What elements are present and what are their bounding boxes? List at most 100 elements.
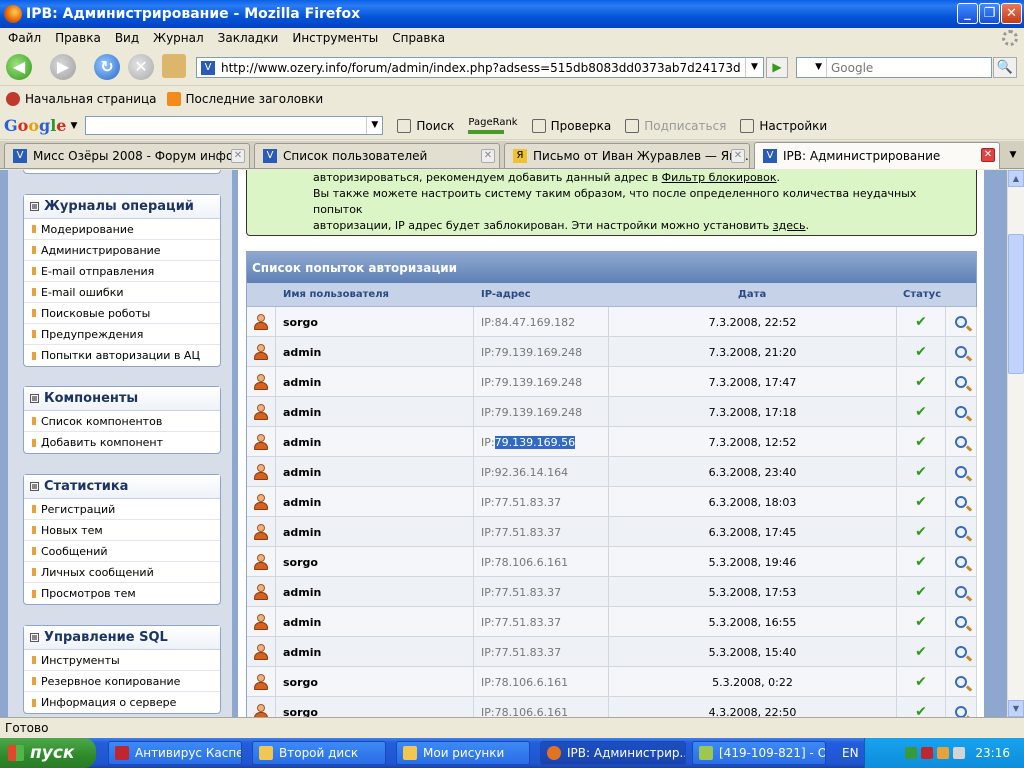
pagerank-indicator[interactable]: PageRank: [468, 117, 518, 134]
task-kaspersky[interactable]: Антивирус Каспе...: [108, 741, 242, 765]
sidebar-item-warnings[interactable]: Предупреждения: [24, 324, 220, 345]
subscribe-button[interactable]: Подписаться: [625, 118, 726, 133]
scroll-up-icon[interactable]: ▲: [1008, 170, 1024, 187]
view-details-icon[interactable]: [955, 316, 967, 328]
google-search-input[interactable]: ▼: [85, 116, 384, 135]
search-go-icon[interactable]: 🔍: [993, 57, 1017, 78]
menu-bookmarks[interactable]: Закладки: [218, 31, 279, 45]
column-status[interactable]: Статус: [903, 289, 941, 300]
view-details-icon[interactable]: [955, 346, 967, 358]
view-details-icon[interactable]: [955, 706, 967, 717]
url-text[interactable]: http://www.ozery.info/forum/admin/index.…: [221, 61, 741, 75]
menu-view[interactable]: Вид: [115, 31, 139, 45]
view-details-icon[interactable]: [955, 526, 967, 538]
sidebar-item-server-info[interactable]: Информация о сервере: [24, 692, 220, 713]
forward-button[interactable]: ▶: [50, 54, 76, 80]
view-details-icon[interactable]: [955, 646, 967, 658]
block-filter-link[interactable]: Фильтр блокировок: [662, 171, 777, 184]
sidebar-item-sql-tools[interactable]: Инструменты: [24, 650, 220, 671]
sidebar-item-private-messages[interactable]: Личных сообщений: [24, 562, 220, 583]
ip-address: 77.51.83.37: [494, 645, 562, 659]
sidebar-section-title[interactable]: Журналы операций: [24, 195, 220, 219]
minimize-button[interactable]: _: [957, 3, 978, 24]
view-details-icon[interactable]: [955, 406, 967, 418]
tab-miss-ozery[interactable]: V Мисс Озёры 2008 - Форум информац... ✕: [4, 143, 250, 168]
web-search-input[interactable]: [827, 60, 977, 75]
scroll-down-icon[interactable]: ▼: [1008, 700, 1024, 717]
column-date[interactable]: Дата: [738, 289, 766, 300]
tab-close-icon[interactable]: ✕: [731, 149, 745, 163]
google-search-button[interactable]: Поиск: [397, 118, 454, 133]
close-window-button[interactable]: ✕: [1001, 3, 1022, 24]
reload-button[interactable]: ↻: [94, 54, 120, 80]
sidebar-section-title[interactable]: Статистика: [24, 475, 220, 499]
sidebar-section-title[interactable]: Компоненты: [24, 387, 220, 411]
sidebar-item-posts[interactable]: Сообщений: [24, 541, 220, 562]
menu-help[interactable]: Справка: [392, 31, 445, 45]
view-details-icon[interactable]: [955, 616, 967, 628]
sidebar-item-backup[interactable]: Резервное копирование: [24, 671, 220, 692]
google-menu-dropdown[interactable]: ▼: [70, 121, 77, 131]
task-chat[interactable]: [419-109-821] - О...: [692, 741, 826, 765]
scroll-thumb[interactable]: [1008, 234, 1024, 374]
task-second-disk[interactable]: Второй диск: [252, 741, 386, 765]
view-details-icon[interactable]: [955, 496, 967, 508]
menu-file[interactable]: Файл: [8, 31, 41, 45]
task-my-pictures[interactable]: Мои рисунки: [396, 741, 530, 765]
view-details-icon[interactable]: [955, 676, 967, 688]
tab-close-icon[interactable]: ✕: [481, 149, 495, 163]
column-ip[interactable]: IP-адрес: [481, 289, 531, 300]
view-details-icon[interactable]: [955, 466, 967, 478]
tray-kaspersky-icon[interactable]: [921, 747, 934, 759]
bookmark-start-page[interactable]: Начальная страница: [6, 92, 157, 106]
sidebar-item-search-bots[interactable]: Поисковые роботы: [24, 303, 220, 324]
tab-user-list[interactable]: V Список пользователей ✕: [254, 143, 500, 168]
go-button[interactable]: ▶: [766, 57, 788, 78]
tray-volume-icon[interactable]: [953, 747, 966, 759]
sidebar-item-moderation[interactable]: Модерирование: [24, 219, 220, 240]
column-user[interactable]: Имя пользователя: [283, 289, 389, 300]
sidebar-item-component-list[interactable]: Список компонентов: [24, 411, 220, 432]
view-details-icon[interactable]: [955, 556, 967, 568]
view-details-icon[interactable]: [955, 436, 967, 448]
sidebar-item-new-topics[interactable]: Новых тем: [24, 520, 220, 541]
home-button[interactable]: [162, 54, 186, 78]
sidebar-item-administration[interactable]: Администрирование: [24, 240, 220, 261]
back-button[interactable]: ◀: [6, 54, 32, 80]
sidebar-section-title[interactable]: Управление SQL: [24, 626, 220, 650]
sidebar-item-add-component[interactable]: Добавить компонент: [24, 432, 220, 453]
bookmark-latest-headlines[interactable]: Последние заголовки: [166, 92, 323, 106]
sidebar-item-email-sent[interactable]: E-mail отправления: [24, 261, 220, 282]
sidebar-item-email-errors[interactable]: E-mail ошибки: [24, 282, 220, 303]
search-engine-dropdown[interactable]: ▼: [797, 58, 827, 77]
sidebar-item-topic-views[interactable]: Просмотров тем: [24, 583, 220, 604]
settings-here-link[interactable]: здесь: [773, 219, 806, 232]
url-bar[interactable]: V http://www.ozery.info/forum/admin/inde…: [196, 57, 764, 78]
google-search-dropdown[interactable]: ▼: [366, 117, 382, 134]
tab-list-dropdown[interactable]: ▼: [1004, 145, 1022, 165]
task-firefox[interactable]: IPB: Администрир...: [540, 741, 686, 765]
maximize-button[interactable]: ❐: [979, 3, 1000, 24]
tab-close-icon[interactable]: ✕: [231, 149, 245, 163]
url-history-dropdown[interactable]: ▼: [745, 58, 763, 77]
menu-tools[interactable]: Инструменты: [292, 31, 378, 45]
tab-close-icon[interactable]: ✕: [981, 148, 995, 162]
view-details-icon[interactable]: [955, 376, 967, 388]
menu-history[interactable]: Журнал: [153, 31, 204, 45]
language-indicator[interactable]: EN: [842, 746, 859, 760]
tab-yandex-mail[interactable]: Я Письмо от Иван Журавлев — Яндек... ✕: [504, 143, 750, 168]
menu-edit[interactable]: Правка: [55, 31, 101, 45]
web-search-box[interactable]: ▼: [796, 57, 992, 78]
page-scrollbar[interactable]: ▲ ▼: [1007, 170, 1024, 717]
google-settings-button[interactable]: Настройки: [740, 118, 827, 133]
spellcheck-button[interactable]: Проверка: [531, 118, 611, 133]
sidebar-item-registrations[interactable]: Регистраций: [24, 499, 220, 520]
stop-button[interactable]: ✕: [128, 54, 154, 80]
sidebar-item-login-attempts[interactable]: Попытки авторизации в АЦ: [24, 345, 220, 366]
tab-ipb-admin[interactable]: V IPB: Администрирование ✕: [754, 142, 1000, 169]
view-details-icon[interactable]: [955, 586, 967, 598]
tray-chat-icon[interactable]: [937, 747, 950, 759]
start-button[interactable]: пуск: [0, 738, 96, 768]
tray-network-icon[interactable]: [905, 747, 918, 759]
google-logo[interactable]: Google: [4, 116, 66, 135]
